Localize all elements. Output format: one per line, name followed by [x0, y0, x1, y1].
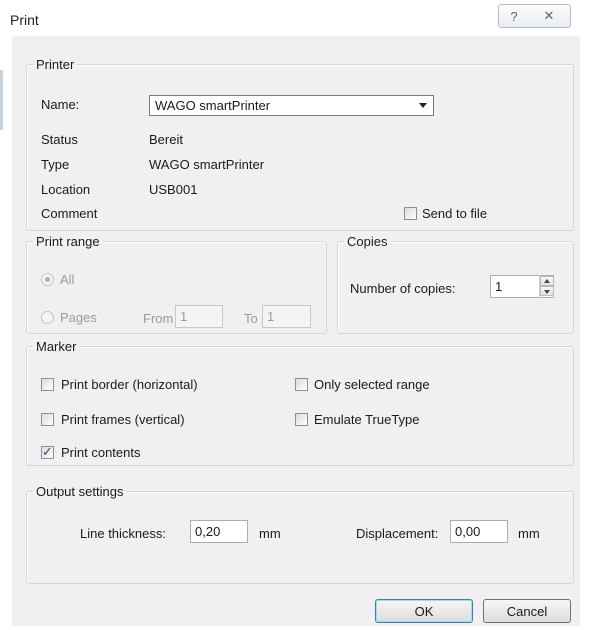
- cancel-button[interactable]: Cancel: [483, 599, 571, 623]
- displacement-unit: mm: [518, 526, 540, 541]
- output-settings-group: Output settings Line thickness: 0,20 mm …: [26, 484, 574, 584]
- status-label: Status: [41, 132, 78, 147]
- printer-name-label: Name:: [41, 97, 80, 112]
- to-page-input[interactable]: 1: [262, 305, 311, 328]
- send-to-file-label[interactable]: Send to file: [422, 206, 487, 221]
- ok-button[interactable]: OK: [375, 599, 473, 623]
- chevron-down-icon: [544, 290, 550, 294]
- comment-label: Comment: [41, 206, 98, 221]
- stepper-down-button[interactable]: [540, 286, 554, 296]
- print-frames-checkbox[interactable]: [41, 413, 54, 426]
- pages-radio[interactable]: [41, 311, 54, 324]
- copies-stepper[interactable]: [539, 275, 554, 298]
- printer-name-select[interactable]: WAGO smartPrinter: [149, 95, 434, 116]
- all-radio[interactable]: [41, 273, 54, 286]
- displacement-input[interactable]: 0,00: [450, 520, 508, 543]
- from-label: From: [143, 311, 174, 326]
- title-bar: Print ? ✕: [0, 0, 592, 36]
- print-border-label[interactable]: Print border (horizontal): [61, 377, 198, 392]
- print-contents-label[interactable]: Print contents: [61, 445, 141, 460]
- copies-legend: Copies: [347, 234, 388, 249]
- output-settings-legend: Output settings: [36, 484, 124, 499]
- only-selected-range-checkbox[interactable]: [295, 378, 308, 391]
- print-range-group: Print range All Pages From 1 To 1: [26, 234, 327, 334]
- close-button[interactable]: ✕: [528, 4, 571, 28]
- line-thickness-label: Line thickness:: [80, 526, 166, 541]
- emulate-truetype-checkbox[interactable]: [295, 413, 308, 426]
- to-label: To: [244, 311, 258, 326]
- printer-group-legend: Printer: [36, 57, 75, 72]
- help-icon: ?: [510, 8, 518, 24]
- dialog-body: Printer Name: WAGO smartPrinter Status B…: [12, 36, 580, 626]
- pages-radio-label[interactable]: Pages: [60, 310, 97, 325]
- location-label: Location: [41, 182, 91, 197]
- window-edge: [0, 70, 3, 130]
- check-icon: ✓: [42, 444, 53, 459]
- window-title: Print: [10, 12, 39, 28]
- line-thickness-input[interactable]: 0,20: [190, 520, 248, 543]
- print-frames-label[interactable]: Print frames (vertical): [61, 412, 185, 427]
- number-of-copies-label: Number of copies:: [350, 281, 456, 296]
- stepper-up-button[interactable]: [540, 276, 554, 286]
- send-to-file-checkbox[interactable]: [404, 207, 417, 220]
- print-range-legend: Print range: [36, 234, 100, 249]
- print-border-checkbox[interactable]: [41, 378, 54, 391]
- type-label: Type: [41, 157, 70, 172]
- help-button[interactable]: ?: [498, 4, 530, 28]
- type-value: WAGO smartPrinter: [149, 157, 265, 172]
- print-contents-checkbox[interactable]: ✓: [41, 444, 54, 459]
- only-selected-range-label[interactable]: Only selected range: [314, 377, 430, 392]
- emulate-truetype-label[interactable]: Emulate TrueType: [314, 412, 420, 427]
- status-value: Bereit: [149, 132, 183, 147]
- marker-group: Marker Print border (horizontal) Print f…: [26, 339, 574, 466]
- displacement-label: Displacement:: [356, 526, 439, 541]
- marker-legend: Marker: [36, 339, 77, 354]
- printer-name-value: WAGO smartPrinter: [155, 98, 271, 113]
- printer-group: Printer Name: WAGO smartPrinter Status B…: [26, 57, 574, 231]
- close-icon: ✕: [543, 8, 555, 23]
- chevron-up-icon: [544, 279, 550, 283]
- copies-group: Copies Number of copies: 1: [337, 234, 574, 334]
- all-radio-label[interactable]: All: [60, 272, 74, 287]
- location-value: USB001: [149, 182, 198, 197]
- from-page-input[interactable]: 1: [175, 305, 223, 328]
- line-thickness-unit: mm: [259, 526, 281, 541]
- chevron-down-icon: [419, 103, 427, 108]
